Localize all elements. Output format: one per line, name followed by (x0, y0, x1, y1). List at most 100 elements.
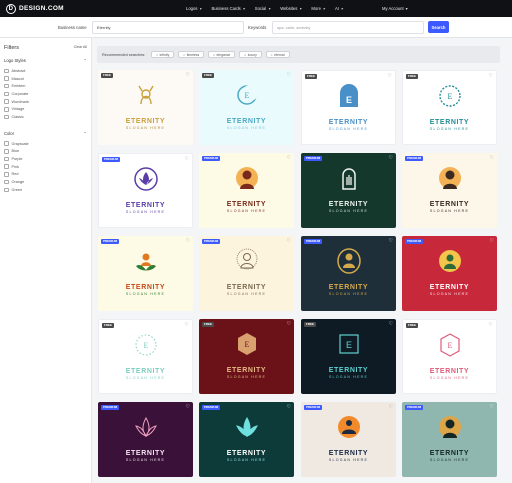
logo-card[interactable]: PREMIUM ♡ ETERNITY SLOGAN HERE (199, 402, 294, 477)
logo-card[interactable]: FREE ♡ E ETERNITY SLOGAN HERE (301, 70, 396, 145)
checkbox[interactable] (4, 91, 9, 97)
logo-card[interactable]: FREE ♡ E ETERNITY SLOGAN HERE (402, 70, 497, 145)
free-badge: FREE (202, 322, 215, 327)
filter-option[interactable]: Vintage (4, 105, 87, 113)
logo-title: ETERNITY (328, 201, 369, 208)
checkbox[interactable] (4, 187, 9, 193)
square-e-icon: E (336, 331, 362, 357)
recommended-chip[interactable]: ⌕ luxury (239, 51, 262, 58)
my-account-menu[interactable]: My Account ▾ (382, 0, 408, 17)
nav-item-social[interactable]: Social ▾ (255, 6, 270, 11)
filter-option[interactable]: Red (4, 171, 87, 179)
filter-option[interactable]: Mascot (4, 75, 87, 83)
heart-icon[interactable]: ♡ (389, 321, 393, 327)
heart-icon[interactable]: ♡ (287, 72, 291, 78)
filter-option[interactable]: Abstract (4, 67, 87, 75)
filter-option[interactable]: Orange (4, 178, 87, 186)
heart-icon[interactable]: ♡ (489, 322, 493, 328)
recommended-chip[interactable]: ⌕ elegance (208, 51, 236, 58)
checkbox[interactable] (4, 141, 9, 146)
chip-label: eternal (274, 52, 285, 57)
nav-item-ai[interactable]: AI ▾ (335, 6, 343, 11)
heart-icon[interactable]: ♡ (287, 404, 291, 410)
logo-card[interactable]: PREMIUM ♡ ETERNITY SLOGAN HERE (301, 153, 396, 228)
logo-card[interactable]: FREE ♡ E ETERNITY SLOGAN HERE (199, 70, 294, 145)
heart-icon[interactable]: ♡ (489, 73, 493, 79)
filter-option[interactable]: Green (4, 186, 87, 194)
heart-icon[interactable]: ♡ (388, 73, 392, 79)
heart-icon[interactable]: ♡ (389, 404, 393, 410)
heart-icon[interactable]: ♡ (186, 404, 190, 410)
logo-card[interactable]: PREMIUM ♡ ETERNITY SLOGAN HERE (199, 236, 294, 311)
brand-logo[interactable]: D DESIGN.COM (6, 3, 64, 14)
logo-card[interactable]: PREMIUM ♡ ETERNITY SLOGAN HERE (402, 153, 497, 228)
logo-card[interactable]: PREMIUM ♡ ETERNITY SLOGAN HERE (98, 236, 193, 311)
checkbox[interactable] (4, 164, 9, 169)
floral-frame-icon: E (437, 83, 463, 109)
logo-card[interactable]: FREE ♡ E ETERNITY SLOGAN HERE (402, 319, 497, 394)
recommended-chip[interactable]: ⌕ infinity (151, 51, 175, 58)
heart-icon[interactable]: ♡ (185, 322, 189, 328)
logo-card[interactable]: PREMIUM ♡ ETERNITY SLOGAN HERE (402, 402, 497, 477)
checkbox[interactable] (4, 114, 9, 120)
filter-option[interactable]: Classic (4, 113, 87, 121)
chevron-down-icon: ▾ (322, 6, 325, 11)
filter-option[interactable]: Purple (4, 155, 87, 163)
business-name-input[interactable]: Eternity (92, 21, 244, 34)
nav-item-websites[interactable]: Websites ▾ (280, 6, 301, 11)
checkbox[interactable] (4, 149, 9, 154)
logo-card[interactable]: FREE ♡ E ETERNITY SLOGAN HERE (301, 319, 396, 394)
checkbox[interactable] (4, 179, 9, 185)
heart-icon[interactable]: ♡ (490, 238, 494, 244)
filter-option[interactable]: Pink (4, 163, 87, 171)
filter-option[interactable]: Blue (4, 148, 87, 156)
checkbox[interactable] (4, 76, 9, 81)
checkbox[interactable] (4, 172, 9, 177)
checkbox[interactable] (4, 99, 9, 104)
recommended-chip[interactable]: ⌕ eternal (265, 51, 290, 58)
heart-icon[interactable]: ♡ (389, 238, 393, 244)
nav-item-business-cards[interactable]: Business Cards ▾ (211, 6, 244, 11)
checkbox[interactable] (4, 83, 9, 89)
filter-option[interactable]: Corporate (4, 90, 87, 98)
color-group-header[interactable]: Color ⌃ (4, 131, 87, 136)
heart-icon[interactable]: ♡ (490, 404, 494, 410)
nav-item-logos[interactable]: Logos ▾ (186, 6, 201, 11)
clear-all-link[interactable]: Clear All (74, 45, 87, 51)
heart-icon[interactable]: ♡ (389, 155, 393, 161)
filter-option[interactable]: Grayscale (4, 140, 87, 148)
heart-icon[interactable]: ♡ (186, 72, 190, 78)
filter-option[interactable]: Wordmark (4, 98, 87, 106)
logo-card[interactable]: PREMIUM ♡ ETERNITY SLOGAN HERE (301, 402, 396, 477)
logo-slogan: SLOGAN HERE (125, 292, 166, 296)
logo-card[interactable]: FREE ♡ ETERNITY SLOGAN HERE (98, 70, 193, 145)
logo-styles-group-header[interactable]: Logo Styles ⌃ (4, 58, 87, 63)
logo-card[interactable]: FREE ♡ E ETERNITY SLOGAN HERE (199, 319, 294, 394)
search-button[interactable]: Search (428, 21, 449, 33)
heart-icon[interactable]: ♡ (186, 238, 190, 244)
chip-label: infinity (159, 52, 170, 57)
recommended-chip[interactable]: ⌕ timeless (178, 51, 205, 58)
heart-icon[interactable]: ♡ (490, 155, 494, 161)
search-icon: ⌕ (183, 52, 186, 57)
filter-option[interactable]: Emblem (4, 82, 87, 90)
logo-card[interactable]: PREMIUM ♡ ETERNITY SLOGAN HERE (98, 402, 193, 477)
logo-card[interactable]: PREMIUM ♡ ETERNITY SLOGAN HERE (402, 236, 497, 311)
premium-badge: PREMIUM (304, 239, 323, 244)
heart-icon[interactable]: ♡ (185, 156, 189, 162)
chevron-up-icon: ⌃ (83, 130, 87, 136)
logo-card[interactable]: PREMIUM ♡ ETERNITY SLOGAN HERE (98, 153, 193, 228)
heart-icon[interactable]: ♡ (287, 155, 291, 161)
color-list: Grayscale Blue Purple Pink Red Orange Green (4, 140, 87, 194)
checkbox[interactable] (4, 156, 9, 162)
logo-card[interactable]: PREMIUM ♡ ETERNITY SLOGAN HERE (301, 236, 396, 311)
checkbox[interactable] (4, 68, 9, 74)
heart-icon[interactable]: ♡ (287, 238, 291, 244)
recommended-label: Recommended searches: (102, 52, 146, 57)
logo-card[interactable]: PREMIUM ♡ ETERNITY SLOGAN HERE (199, 153, 294, 228)
logo-card[interactable]: FREE ♡ E ETERNITY SLOGAN HERE (98, 319, 193, 394)
nav-item-more[interactable]: More ▾ (311, 6, 325, 11)
checkbox[interactable] (4, 107, 9, 112)
heart-icon[interactable]: ♡ (287, 321, 291, 327)
keywords-input[interactable]: spa, calm, serenity (272, 21, 424, 34)
